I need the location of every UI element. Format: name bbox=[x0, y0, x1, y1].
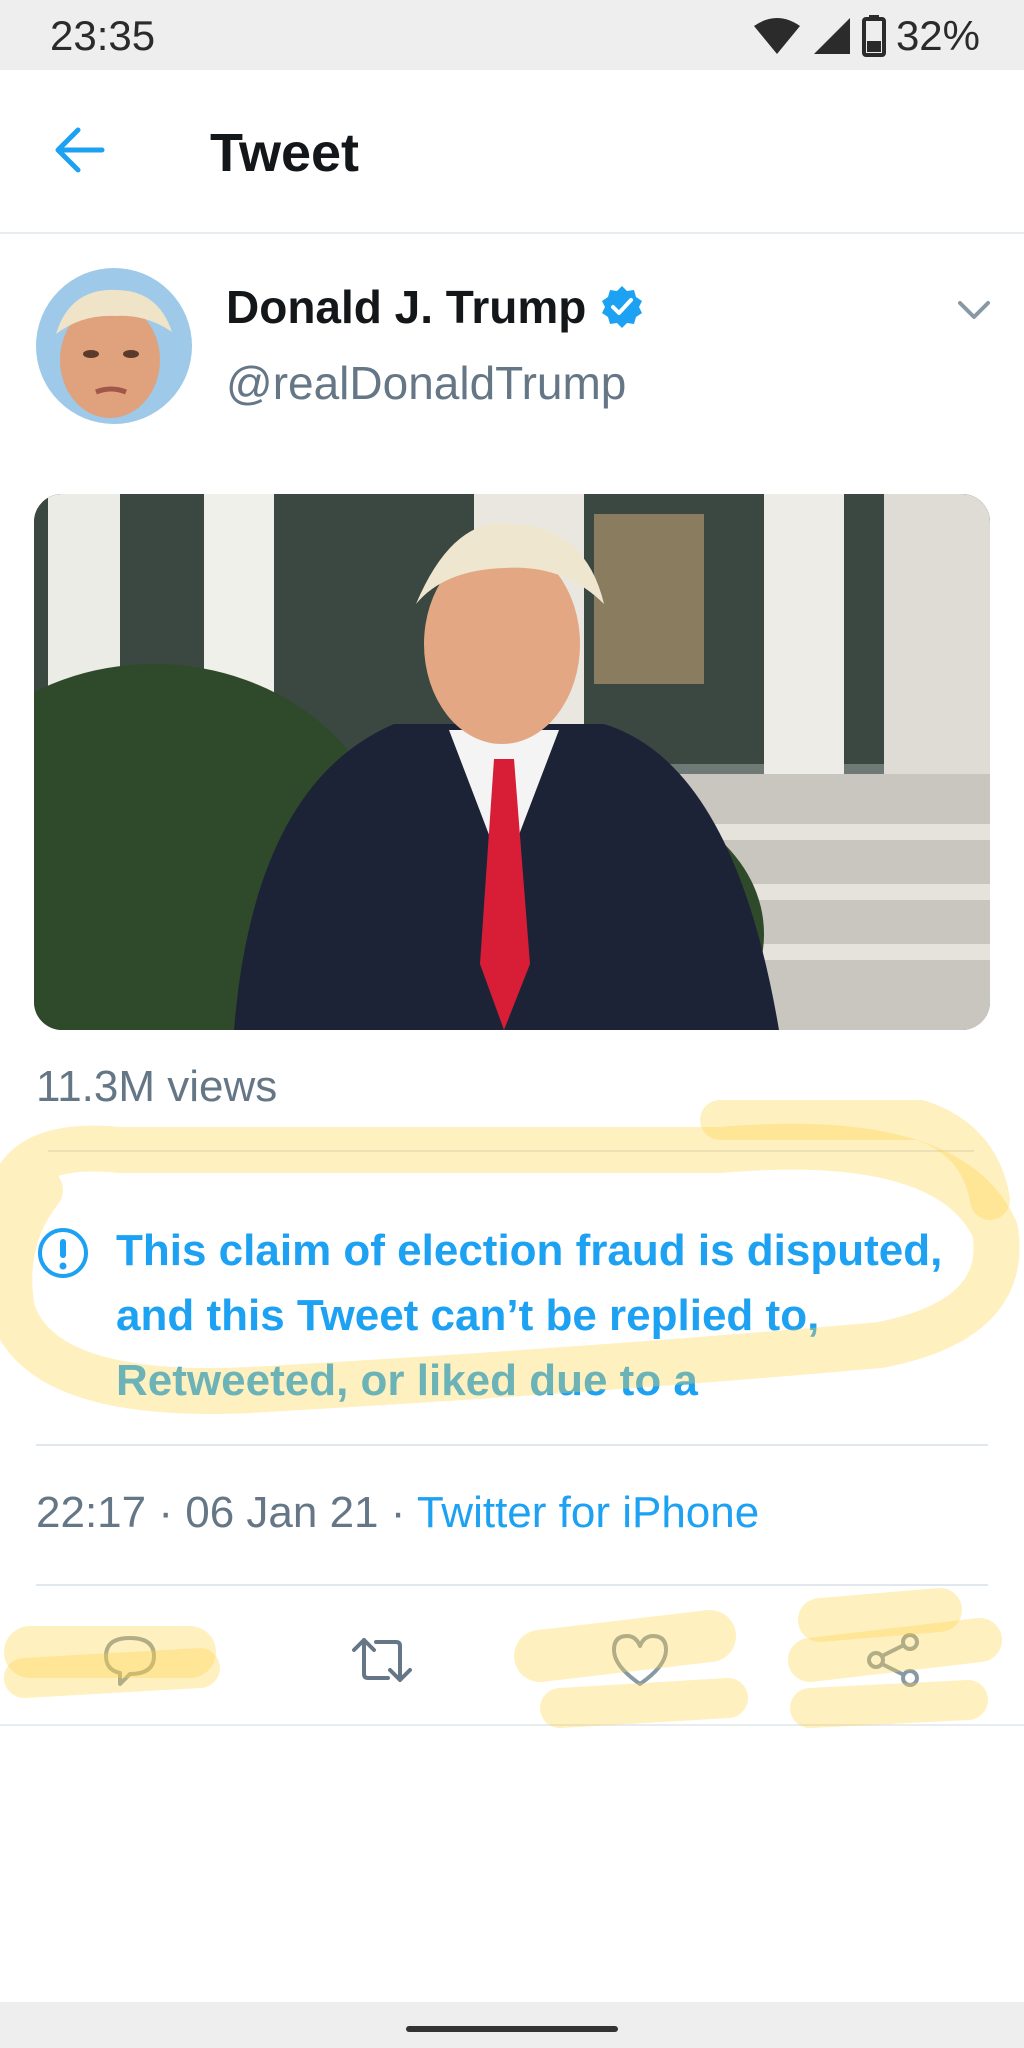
view-count: 11.3M views bbox=[36, 1062, 278, 1111]
heart-icon[interactable] bbox=[608, 1628, 672, 1692]
author-name-row[interactable]: Donald J. Trump bbox=[226, 280, 644, 334]
tweet-date: 06 Jan 21 bbox=[185, 1488, 379, 1537]
author-name[interactable]: Donald J. Trump bbox=[226, 280, 586, 334]
retweet-icon[interactable] bbox=[350, 1628, 414, 1692]
tweet-source-link[interactable]: Twitter for iPhone bbox=[417, 1488, 759, 1537]
system-nav-bar bbox=[0, 2002, 1024, 2048]
tweet-meta: 22:17 · 06 Jan 21 · Twitter for iPhone bbox=[36, 1488, 759, 1538]
status-icons: 32% bbox=[752, 12, 980, 60]
divider bbox=[36, 1584, 988, 1586]
divider bbox=[0, 1724, 1024, 1726]
tweet-time: 22:17 bbox=[36, 1488, 147, 1537]
tweet-video[interactable] bbox=[34, 494, 990, 1030]
share-icon[interactable] bbox=[862, 1628, 926, 1692]
reply-icon[interactable] bbox=[98, 1628, 162, 1692]
page-title: Tweet bbox=[210, 123, 360, 183]
arrow-left-icon[interactable] bbox=[52, 122, 108, 178]
meta-separator: · bbox=[390, 1488, 406, 1537]
status-time: 23:35 bbox=[50, 12, 156, 59]
top-app-bar: Tweet bbox=[0, 70, 1024, 234]
exclamation-circle-icon bbox=[38, 1228, 88, 1278]
tweet-action-bar bbox=[0, 1600, 1024, 1724]
avatar[interactable] bbox=[36, 268, 192, 424]
chevron-down-icon[interactable] bbox=[954, 296, 994, 324]
divider bbox=[36, 1444, 988, 1446]
disputed-claim-notice[interactable]: This claim of election fraud is disputed… bbox=[116, 1218, 996, 1413]
battery-percent: 32% bbox=[895, 12, 980, 59]
status-bar: 23:35 32% bbox=[0, 0, 1024, 70]
battery-icon bbox=[861, 15, 886, 57]
cell-signal-icon bbox=[813, 18, 850, 54]
divider bbox=[48, 1150, 974, 1152]
wifi-icon bbox=[753, 18, 800, 54]
author-handle[interactable]: @realDonaldTrump bbox=[226, 356, 626, 410]
verified-badge-icon bbox=[602, 286, 643, 328]
meta-separator: · bbox=[158, 1488, 173, 1537]
home-gesture-handle[interactable] bbox=[406, 2026, 618, 2032]
